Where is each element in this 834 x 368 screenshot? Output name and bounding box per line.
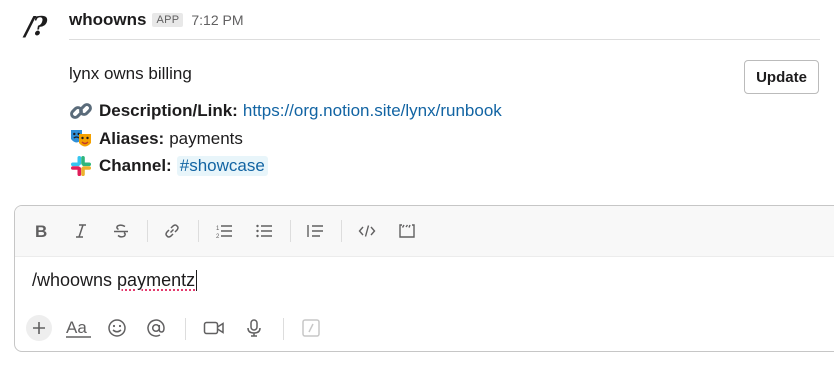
video-button[interactable] — [201, 315, 227, 341]
svg-text:1: 1 — [216, 226, 220, 232]
text-format-icon: Aa — [66, 318, 91, 338]
svg-text:2: 2 — [216, 234, 220, 240]
svg-text:B: B — [35, 222, 47, 240]
slack-logo-icon — [69, 154, 93, 178]
message-timestamp[interactable]: 7:12 PM — [191, 12, 243, 28]
update-button[interactable]: Update — [744, 60, 819, 94]
bold-button[interactable]: B — [29, 219, 53, 243]
link-icon — [165, 224, 179, 238]
code-icon — [358, 225, 376, 237]
bulleted-list-icon — [256, 224, 272, 238]
performing-arts-emoji-icon — [69, 127, 93, 151]
toolbar-separator — [147, 220, 148, 242]
strikethrough-icon — [114, 224, 128, 238]
formatting-toolbar: B 12 — [15, 206, 834, 257]
blockquote-icon — [307, 225, 323, 237]
strikethrough-button[interactable] — [109, 219, 133, 243]
composer-actions: Aa — [15, 310, 834, 346]
svg-text:Aa: Aa — [66, 318, 87, 337]
bulleted-list-button[interactable] — [252, 219, 276, 243]
text-caret — [196, 269, 198, 291]
slash-icon — [302, 319, 320, 337]
channel-link[interactable]: #showcase — [176, 156, 268, 176]
input-text: /whoowns — [32, 269, 118, 290]
misspelled-word[interactable]: paymentz — [117, 270, 195, 291]
message-input[interactable]: /whoowns paymentz — [32, 267, 198, 293]
blockquote-button[interactable] — [303, 219, 327, 243]
slash-command-button[interactable] — [298, 315, 324, 341]
message-composer: B 12 /whoowns paymentz Aa — [14, 205, 834, 352]
message-header: whoowns APP 7:12 PM — [69, 8, 244, 32]
link-emoji-icon — [69, 99, 93, 123]
plus-icon — [33, 322, 45, 334]
link-button[interactable] — [160, 219, 184, 243]
bold-icon: B — [35, 222, 47, 240]
code-block-icon — [399, 224, 415, 238]
audio-button[interactable] — [241, 315, 267, 341]
italic-button[interactable] — [69, 219, 93, 243]
message-body: lynx owns billing — [69, 61, 192, 87]
description-label: Description/Link: — [99, 101, 238, 120]
aliases-value: payments — [169, 129, 243, 148]
add-button[interactable] — [26, 315, 52, 341]
message-body-text: lynx owns billing — [69, 64, 192, 83]
smiley-icon — [108, 319, 126, 337]
code-button[interactable] — [355, 219, 379, 243]
toolbar-separator — [198, 220, 199, 242]
app-badge: APP — [152, 13, 184, 27]
toolbar-separator — [185, 318, 186, 340]
bot-avatar[interactable]: /? — [17, 9, 53, 45]
channel-label: Channel: — [99, 156, 172, 175]
code-block-button[interactable] — [395, 219, 419, 243]
ordered-list-button[interactable]: 12 — [212, 219, 236, 243]
channel-field: Channel: #showcase — [69, 153, 268, 179]
description-field: Description/Link: https://org.notion.sit… — [69, 98, 502, 124]
italic-icon — [76, 224, 86, 238]
description-link[interactable]: https://org.notion.site/lynx/runbook — [243, 101, 502, 121]
toolbar-separator — [341, 220, 342, 242]
toolbar-separator — [290, 220, 291, 242]
mention-button[interactable] — [143, 315, 169, 341]
at-sign-icon — [147, 319, 165, 337]
ordered-list-icon: 12 — [216, 225, 232, 240]
aliases-field: Aliases: payments — [69, 126, 243, 152]
formatting-toggle-button[interactable]: Aa — [64, 315, 94, 341]
toolbar-separator — [283, 318, 284, 340]
video-camera-icon — [203, 321, 224, 335]
emoji-button[interactable] — [104, 315, 130, 341]
sender-name[interactable]: whoowns — [69, 10, 146, 30]
header-divider — [69, 39, 820, 40]
aliases-label: Aliases: — [99, 129, 165, 148]
microphone-icon — [247, 319, 261, 337]
